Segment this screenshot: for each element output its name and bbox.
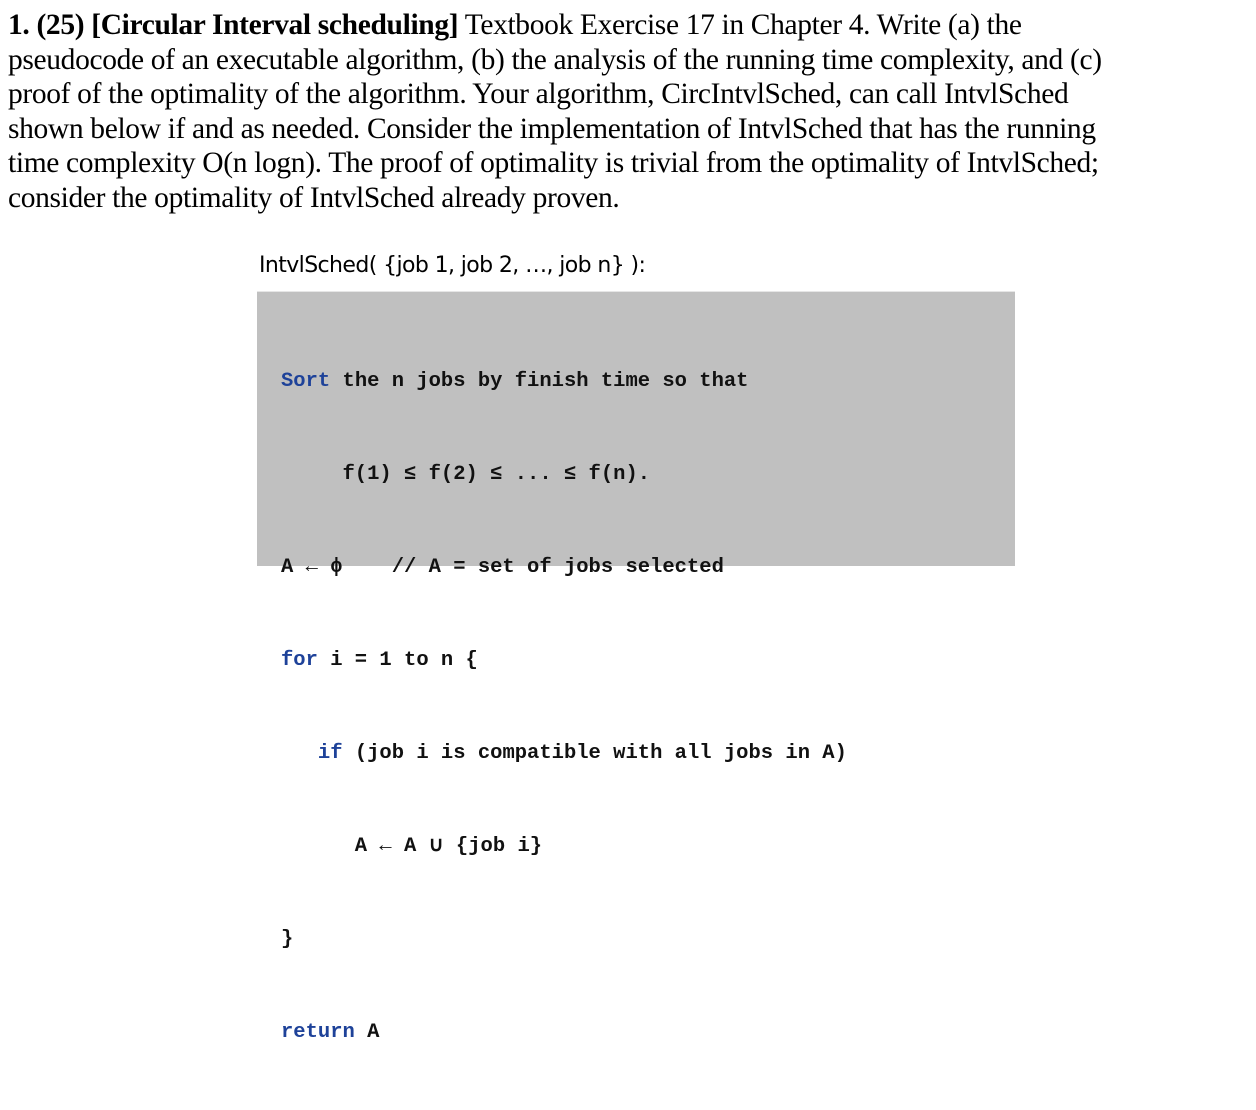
problem-line-5: time complexity O(n logn). The proof of …: [8, 147, 1099, 179]
code-line: }: [281, 928, 294, 951]
code-line: A ← ϕ // A = set of jobs selected: [281, 556, 724, 579]
problem-line-1: 1. (25) [Circular Interval scheduling] T…: [8, 9, 1022, 41]
code-line: if (job i is compatible with all jobs in…: [281, 742, 847, 765]
code-keyword: Sort: [281, 370, 331, 393]
code-line: return A: [281, 1021, 380, 1044]
code-line: Sort the n jobs by finish time so that: [281, 370, 749, 393]
problem-line-4: shown below if and as needed. Consider t…: [8, 112, 1096, 145]
code-keyword: if: [281, 742, 343, 765]
code-keyword: return: [281, 1021, 355, 1044]
problem-statement: 1. (25) [Circular Interval scheduling] T…: [8, 8, 1248, 215]
problem-heading: 1. (25) [Circular Interval scheduling]: [8, 9, 459, 41]
problem-line-2: pseudocode of an executable algorithm, (…: [8, 43, 1102, 76]
problem-line-6: consider the optimality of IntvlSched al…: [8, 181, 620, 214]
algorithm-signature: IntvlSched( {job 1, job 2, …, job n} ):: [259, 253, 646, 278]
code-line: f(1) ≤ f(2) ≤ ... ≤ f(n).: [281, 463, 651, 486]
pseudocode: Sort the n jobs by finish time so that f…: [281, 304, 847, 1110]
code-keyword: for: [281, 649, 318, 672]
problem-line-3: proof of the optimality of the algorithm…: [8, 78, 1069, 110]
code-line: for i = 1 to n {: [281, 649, 478, 672]
pseudocode-box: Sort the n jobs by finish time so that f…: [257, 291, 1015, 1044]
code-line: A ← A ∪ {job i}: [281, 835, 543, 858]
